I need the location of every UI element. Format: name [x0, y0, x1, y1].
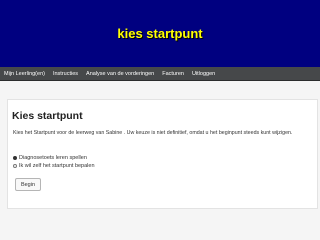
nav-item-facturen[interactable]: Facturen	[157, 71, 187, 77]
page-title: Kies startpunt	[12, 110, 83, 122]
banner-title: kies startpunt	[117, 26, 203, 41]
intro-text: Kies het Startpunt voor de leerweg van S…	[13, 130, 293, 136]
option-label: Diagnosetoets leren spellen	[19, 155, 87, 161]
top-navigation: Mijn Leerling(en) Instructies Analyse va…	[0, 67, 320, 81]
nav-item-uitloggen[interactable]: Uitloggen	[187, 71, 218, 77]
radio-unselected-icon[interactable]	[13, 164, 17, 168]
title-banner: kies startpunt	[0, 0, 320, 67]
radio-selected-icon[interactable]	[13, 156, 17, 160]
nav-item-analyse[interactable]: Analyse van de vorderingen	[81, 71, 157, 77]
option-diagnosetoets[interactable]: Diagnosetoets leren spellen	[13, 155, 87, 161]
option-label: Ik wil zelf het startpunt bepalen	[19, 163, 95, 169]
nav-item-instructies[interactable]: Instructies	[48, 71, 81, 77]
begin-button[interactable]: Begin	[15, 178, 41, 191]
option-zelf-bepalen[interactable]: Ik wil zelf het startpunt bepalen	[13, 163, 95, 169]
nav-item-mijn-leerlingen[interactable]: Mijn Leerling(en)	[0, 71, 48, 77]
